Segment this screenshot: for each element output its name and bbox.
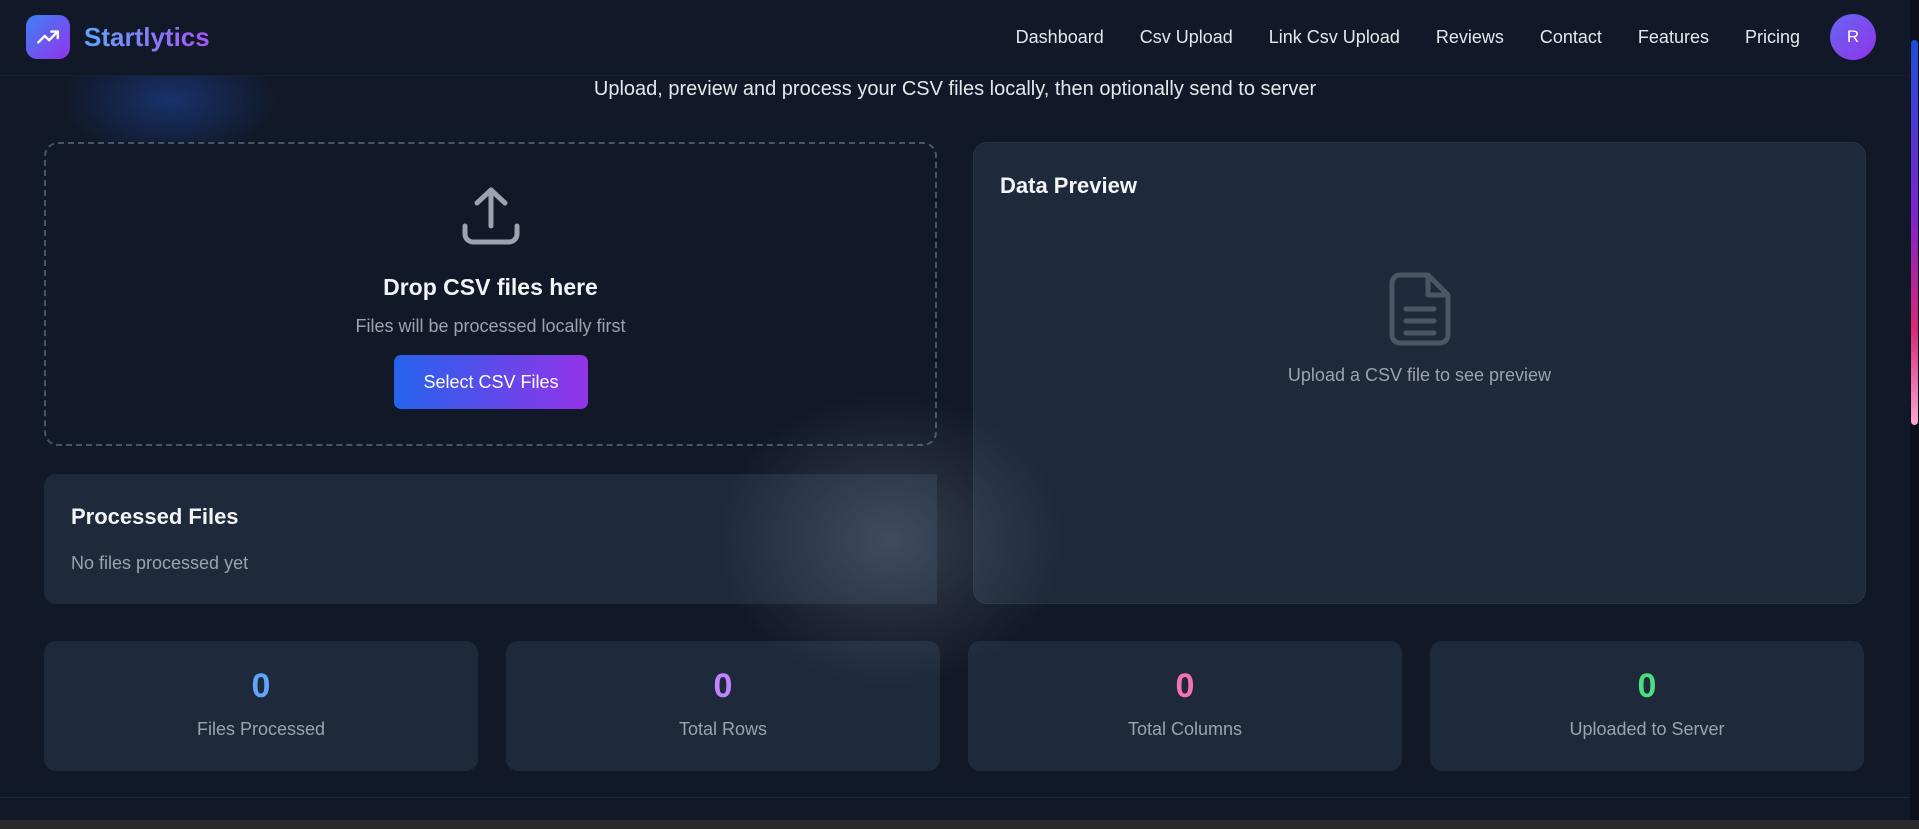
nav-item-reviews[interactable]: Reviews: [1436, 27, 1504, 48]
user-avatar[interactable]: R: [1830, 14, 1876, 60]
csv-dropzone[interactable]: Drop CSV files here Files will be proces…: [44, 142, 937, 446]
brand[interactable]: Startlytics: [26, 15, 210, 59]
stat-label: Files Processed: [196, 719, 326, 739]
stat-card-total-rows: 0 Total Rows: [506, 641, 940, 771]
processed-files-title: Processed Files: [71, 504, 239, 529]
window-bottom-edge: [0, 820, 1919, 829]
stat-label: Total Columns: [1127, 719, 1243, 739]
upload-icon: [462, 187, 520, 245]
top-navbar: Startlytics Dashboard Csv Upload Link Cs…: [0, 0, 1910, 76]
stat-value: 0: [1175, 667, 1195, 705]
trending-up-icon: [26, 15, 70, 59]
nav-item-csv-upload[interactable]: Csv Upload: [1140, 27, 1233, 48]
processed-files-panel: Processed Files No files processed yet: [44, 474, 937, 604]
scrollbar-thumb[interactable]: [1911, 40, 1918, 425]
select-csv-files-button[interactable]: Select CSV Files: [394, 355, 588, 409]
nav-item-link-csv-upload[interactable]: Link Csv Upload: [1269, 27, 1400, 48]
data-preview-title: Data Preview: [1000, 173, 1137, 198]
stat-card-uploaded-to-server: 0 Uploaded to Server: [1430, 641, 1864, 771]
data-preview-empty-text: Upload a CSV file to see preview: [1287, 365, 1552, 385]
stat-label: Total Rows: [678, 719, 768, 739]
main-nav: Dashboard Csv Upload Link Csv Upload Rev…: [1016, 0, 1910, 74]
page-scrollbar[interactable]: [1910, 0, 1919, 820]
nav-item-dashboard[interactable]: Dashboard: [1016, 27, 1104, 48]
section-divider: [0, 797, 1910, 798]
dropzone-subtitle: Files will be processed locally first: [355, 316, 626, 336]
file-text-icon: [1389, 272, 1451, 346]
stat-value: 0: [251, 667, 271, 705]
stat-value: 0: [713, 667, 733, 705]
data-preview-panel: Data Preview Upload a CSV file to see pr…: [973, 142, 1866, 604]
nav-item-features[interactable]: Features: [1638, 27, 1709, 48]
stat-label: Uploaded to Server: [1569, 719, 1725, 739]
stat-value: 0: [1637, 667, 1657, 705]
dropzone-title: Drop CSV files here: [383, 274, 598, 300]
stat-card-total-columns: 0 Total Columns: [968, 641, 1402, 771]
brand-name: Startlytics: [84, 21, 210, 52]
page-subtitle: Upload, preview and process your CSV fil…: [593, 78, 1317, 100]
stat-card-files-processed: 0 Files Processed: [44, 641, 478, 771]
nav-item-contact[interactable]: Contact: [1540, 27, 1602, 48]
processed-files-empty-text: No files processed yet: [71, 553, 249, 573]
nav-item-pricing[interactable]: Pricing: [1745, 27, 1800, 48]
